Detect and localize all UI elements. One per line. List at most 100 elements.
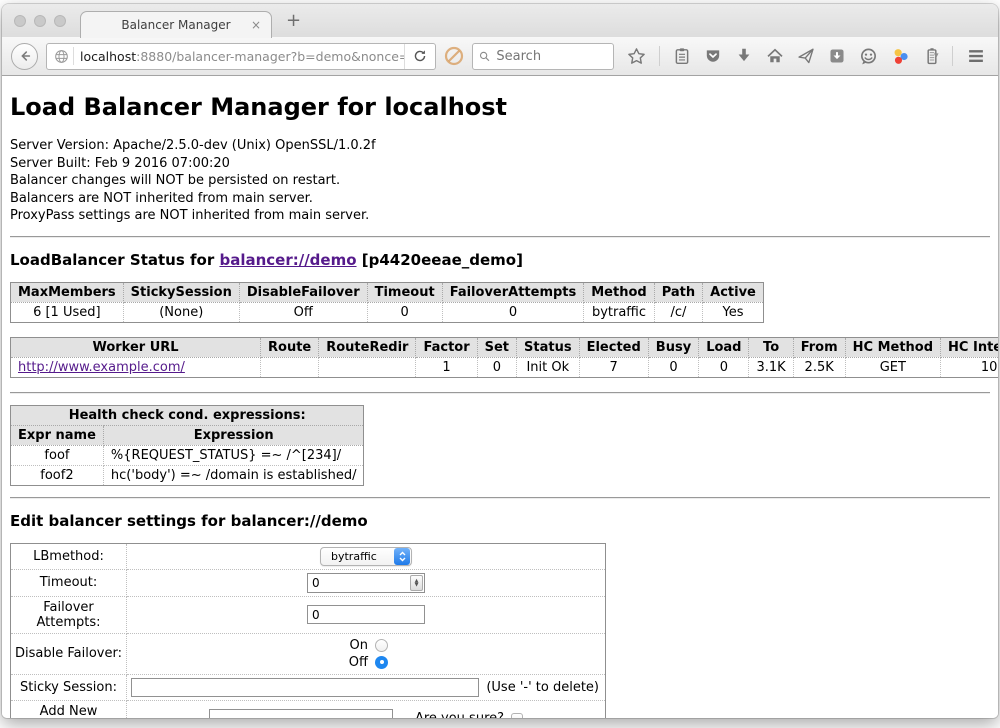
colored-dots-extension-icon[interactable] — [891, 47, 910, 66]
table-row: 6 [1 Used] (None) Off 0 0 bytraffic /c/ … — [11, 302, 764, 322]
window-minimize-button[interactable] — [34, 15, 46, 27]
header-cell: Status — [517, 337, 580, 357]
data-cell: 1 — [416, 357, 477, 377]
expr-name-cell: foof2 — [11, 465, 104, 485]
sticky-session-label: Sticky Session: — [11, 674, 127, 700]
site-identity-globe-icon[interactable] — [47, 49, 73, 64]
table-row: foof2 hc('body') =~ /domain is establish… — [11, 465, 364, 485]
header-cell: Active — [703, 282, 764, 302]
header-cell: Expression — [103, 425, 364, 445]
lbmethod-selected-value: bytraffic — [331, 550, 377, 563]
back-arrow-icon — [18, 49, 32, 63]
search-icon — [479, 50, 490, 63]
send-to-device-icon[interactable] — [797, 47, 815, 65]
header-cell: Factor — [416, 337, 477, 357]
url-path: :8880/balancer-manager?b=demo&nonce=decc… — [136, 49, 404, 64]
header-cell: MaxMembers — [11, 282, 124, 302]
data-cell: bytraffic — [584, 302, 654, 322]
disable-failover-row: Disable Failover: On Off — [11, 633, 606, 674]
balancer-demo-link[interactable]: balancer://demo — [219, 251, 356, 269]
battery-extension-button[interactable]: ▾ — [923, 47, 939, 65]
failover-attempts-input[interactable] — [307, 605, 425, 624]
data-cell: 6 [1 Used] — [11, 302, 124, 322]
timeout-field-wrap: ▲▼ — [307, 573, 425, 593]
radio-off-label: Off — [344, 654, 368, 671]
status-heading: LoadBalancer Status for balancer://demo … — [10, 251, 990, 269]
data-cell: GET — [845, 357, 940, 377]
tab-close-icon[interactable]: × — [251, 19, 261, 31]
page-content: Load Balancer Manager for localhost Serv… — [2, 76, 998, 718]
address-text[interactable]: localhost:8880/balancer-manager?b=demo&n… — [74, 49, 404, 64]
lbmethod-row: LBmethod: bytraffic — [11, 543, 606, 569]
header-cell: Route — [261, 337, 319, 357]
back-button[interactable] — [11, 43, 38, 70]
server-version: Server Version: Apache/2.5.0-dev (Unix) … — [10, 137, 990, 155]
search-input[interactable] — [494, 48, 607, 65]
save-page-icon[interactable] — [828, 47, 846, 65]
settings-table: LBmethod: bytraffic Timeout: ▲▼ — [10, 543, 606, 719]
new-tab-button[interactable]: + — [286, 12, 301, 30]
select-arrows-icon — [394, 548, 410, 565]
url-bar[interactable]: localhost:8880/balancer-manager?b=demo&n… — [46, 43, 436, 70]
add-worker-input[interactable] — [209, 709, 393, 718]
status-heading-prefix: LoadBalancer Status for — [10, 251, 219, 269]
feedback-smiley-icon[interactable] — [859, 47, 878, 66]
header-cell: RouteRedir — [319, 337, 416, 357]
data-cell — [319, 357, 416, 377]
worker-url-cell: http://www.example.com/ — [11, 357, 261, 377]
window-close-button[interactable] — [14, 15, 26, 27]
worker-url-link[interactable]: http://www.example.com/ — [18, 360, 185, 375]
sticky-session-input[interactable] — [131, 678, 479, 697]
data-cell: 0 — [367, 302, 442, 322]
header-cell: Load — [699, 337, 749, 357]
tab-bar: Balancer Manager × + — [2, 4, 998, 37]
home-icon[interactable] — [766, 47, 784, 65]
data-cell: 0 — [477, 357, 516, 377]
divider — [10, 392, 990, 394]
header-cell: To — [749, 337, 793, 357]
reload-icon — [413, 49, 427, 63]
data-cell: Yes — [703, 302, 764, 322]
header-cell: Expr name — [11, 425, 104, 445]
divider — [10, 497, 990, 499]
server-built: Server Built: Feb 9 2016 07:00:20 — [10, 155, 990, 173]
search-bar[interactable] — [472, 43, 614, 70]
dropdown-caret-icon: ▾ — [934, 51, 939, 61]
are-you-sure-checkbox[interactable] — [511, 713, 523, 719]
browser-tab[interactable]: Balancer Manager × — [80, 11, 272, 38]
disable-failover-label: Disable Failover: — [11, 633, 127, 674]
reading-list-icon[interactable] — [673, 47, 691, 65]
sticky-session-note: (Use '-' to delete) — [486, 680, 601, 695]
balancer-status-table: MaxMembers StickySession DisableFailover… — [10, 282, 764, 323]
timeout-input[interactable] — [308, 576, 410, 590]
number-stepper[interactable]: ▲▼ — [410, 575, 423, 591]
note-inherit: Balancers are NOT inherited from main se… — [10, 190, 990, 208]
reload-button[interactable] — [404, 44, 435, 69]
header-cell: HC Method — [845, 337, 940, 357]
table-title-row: Health check cond. expressions: — [11, 405, 364, 425]
add-worker-label: Add New Worker: — [11, 700, 127, 718]
bookmark-star-icon[interactable] — [627, 47, 646, 66]
lbmethod-label: LBmethod: — [11, 543, 127, 569]
health-table-title: Health check cond. expressions: — [11, 405, 364, 425]
timeout-label: Timeout: — [11, 569, 127, 596]
header-cell: Path — [654, 282, 702, 302]
pocket-icon[interactable] — [704, 47, 722, 65]
are-you-sure-label: Are you sure? — [415, 711, 504, 718]
add-worker-row: Add New Worker: Are you sure? — [11, 700, 606, 718]
data-cell: 2.5K — [793, 357, 845, 377]
downloads-icon[interactable] — [735, 47, 753, 65]
data-cell: 7 — [579, 357, 648, 377]
data-cell: (None) — [123, 302, 239, 322]
block-content-icon[interactable] — [444, 46, 464, 66]
server-info: Server Version: Apache/2.5.0-dev (Unix) … — [10, 137, 990, 225]
menu-icon[interactable] — [966, 46, 986, 66]
window-zoom-button[interactable] — [54, 15, 66, 27]
data-cell: 0 — [699, 357, 749, 377]
failover-on-radio[interactable] — [375, 639, 388, 652]
failover-off-radio[interactable] — [375, 656, 388, 669]
data-cell: 3.1K — [749, 357, 793, 377]
data-cell: 10 — [941, 357, 998, 377]
failover-attempts-label: Failover Attempts: — [11, 596, 127, 633]
lbmethod-select[interactable]: bytraffic — [320, 547, 412, 566]
